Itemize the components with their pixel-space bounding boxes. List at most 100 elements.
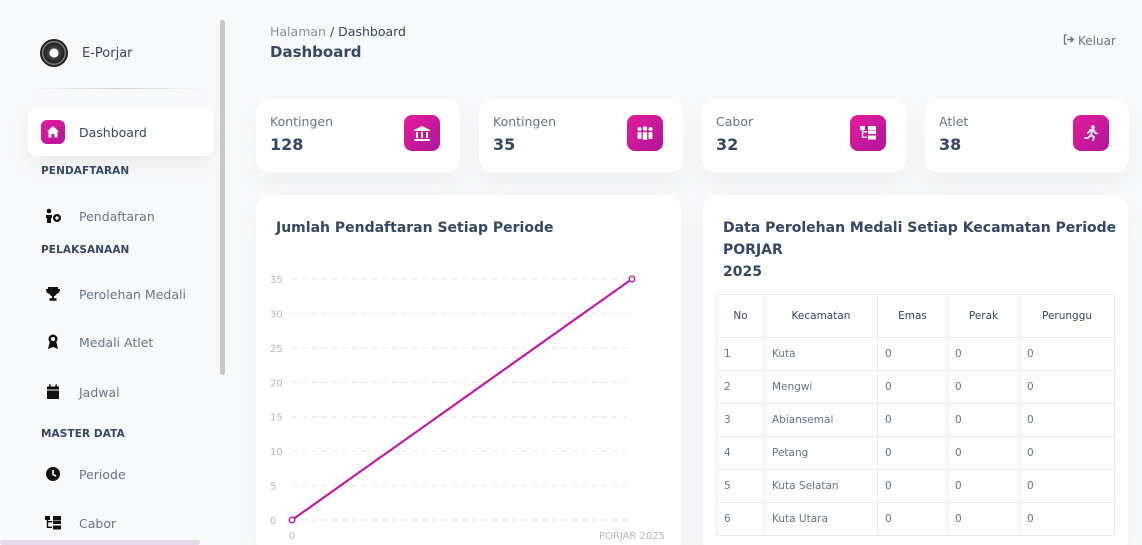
stat-value: 128 [270,135,304,154]
table-cell: 0 [1019,403,1115,437]
logout-label: Keluar [1078,34,1116,48]
table-cell: 0 [1019,337,1115,371]
sidebar-item-pendaftaran[interactable]: Pendaftaran [28,192,214,240]
section-label-master-data: MASTER DATA [41,428,125,440]
logout-button[interactable]: Keluar [1063,34,1116,48]
sidebar-item-perolehan-medali[interactable]: Perolehan Medali [28,270,214,318]
table-row: 3 Abiansemal 0 0 0 [716,403,1115,437]
table-cell: 0 [877,436,948,470]
table-cell: Kuta Selatan [764,469,878,503]
column-header: Kecamatan [764,294,878,338]
stat-value: 38 [939,135,962,154]
table-cell: 0 [877,403,948,437]
y-tick-label: 20 [270,378,283,389]
stat-value: 32 [716,135,739,154]
users-icon [627,115,663,151]
table-cell: 0 [947,469,1020,503]
table-cell: 5 [716,469,765,503]
stat-card-kontingen-2: Kontingen 35 [479,99,683,173]
section-label-pelaksanaan: PELAKSANAAN [41,244,130,256]
table-cell: 0 [947,337,1020,371]
table-row: 5 Kuta Selatan 0 0 0 [716,469,1115,503]
y-tick-label: 5 [270,482,276,493]
column-header: Perunggu [1019,294,1115,338]
stat-value: 35 [493,135,516,154]
stat-label: Kontingen [493,114,556,129]
table-title-line2: 2025 [723,264,762,280]
data-point [628,275,636,283]
calendar-icon [41,380,65,404]
brand[interactable]: E-Porjar [40,38,133,68]
breadcrumb-current: Dashboard [338,24,406,39]
table-row: 1 Kuta 0 0 0 [716,337,1115,371]
column-header: Perak [947,294,1020,338]
table-cell: 1 [716,337,765,371]
x-tick-label: 0 [289,531,295,542]
table-cell: 0 [877,337,948,371]
user-plus-icon [41,204,65,228]
running-icon [1073,115,1109,151]
section-label-pendaftaran: PENDAFTARAN [41,165,130,177]
table-cell: 0 [877,469,948,503]
y-tick-label: 30 [270,309,283,320]
stat-label: Kontingen [270,114,333,129]
page-title: Dashboard [270,43,362,61]
brand-name: E-Porjar [82,45,133,61]
column-header: Emas [877,294,948,338]
table-cell: 0 [947,502,1020,536]
table-cell: Kuta [764,337,878,371]
table-cell: 3 [716,403,765,437]
table-cell: 0 [877,370,948,404]
sidebar-divider [28,88,208,89]
sidebar-item-medali-atlet[interactable]: Medali Atlet [28,318,214,366]
sidebar-item-jadwal[interactable]: Jadwal [28,368,214,416]
sidebar-scrollbar[interactable] [220,20,225,375]
sidebar-item-label: Periode [79,466,126,482]
sidebar-item-label: Pendaftaran [79,208,155,224]
medal-table: No Kecamatan Emas Perak Perunggu 1 Kuta … [716,294,1115,536]
sitemap-icon [850,115,886,151]
breadcrumb-root[interactable]: Halaman [270,24,326,39]
table-cell: Mengwi [764,370,878,404]
table-cell: 4 [716,436,765,470]
table-cell: 0 [877,502,948,536]
stat-label: Atlet [939,114,969,129]
medal-table-card: Data Perolehan Medali Setiap Kecamatan P… [703,195,1128,545]
y-tick-label: 10 [270,447,283,458]
table-cell: 0 [1019,436,1115,470]
breadcrumb: Halaman / Dashboard [270,24,406,39]
series-line [291,278,633,521]
medal-icon [41,330,65,354]
sitemap-icon [41,511,65,535]
sidebar-item-label: Cabor [79,515,117,531]
table-cell: 0 [947,436,1020,470]
table-row: 6 Kuta Utara 0 0 0 [716,502,1115,536]
y-tick-label: 35 [270,275,283,286]
table-cell: 2 [716,370,765,404]
sign-out-icon [1063,34,1075,48]
stat-card-atlet: Atlet 38 [925,99,1129,173]
table-row: 2 Mengwi 0 0 0 [716,370,1115,404]
stat-label: Cabor [716,114,754,129]
home-icon [41,120,65,144]
y-tick-label: 25 [270,344,283,355]
table-cell: 0 [1019,469,1115,503]
table-cell: 0 [947,403,1020,437]
stat-card-cabor: Cabor 32 [702,99,906,173]
sidebar-item-cabor[interactable]: Cabor [28,499,214,545]
table-cell: 0 [1019,502,1115,536]
sidebar: E-Porjar Dashboard PENDAFTARAN Pendaftar… [0,0,228,545]
sidebar-item-dashboard[interactable]: Dashboard [28,108,214,156]
table-header-row: No Kecamatan Emas Perak Perunggu [716,294,1115,338]
y-tick-label: 0 [270,516,276,527]
clock-icon [41,462,65,486]
stat-card-kontingen: Kontingen 128 [256,99,460,173]
breadcrumb-separator: / [329,24,335,39]
x-tick-label: PORJAR 2025 [599,531,665,542]
sidebar-bottom-edge [0,540,200,545]
sidebar-item-label: Dashboard [79,124,147,140]
sidebar-item-periode[interactable]: Periode [28,450,214,498]
trophy-icon [41,282,65,306]
table-cell: Petang [764,436,878,470]
column-header: No [716,294,765,338]
